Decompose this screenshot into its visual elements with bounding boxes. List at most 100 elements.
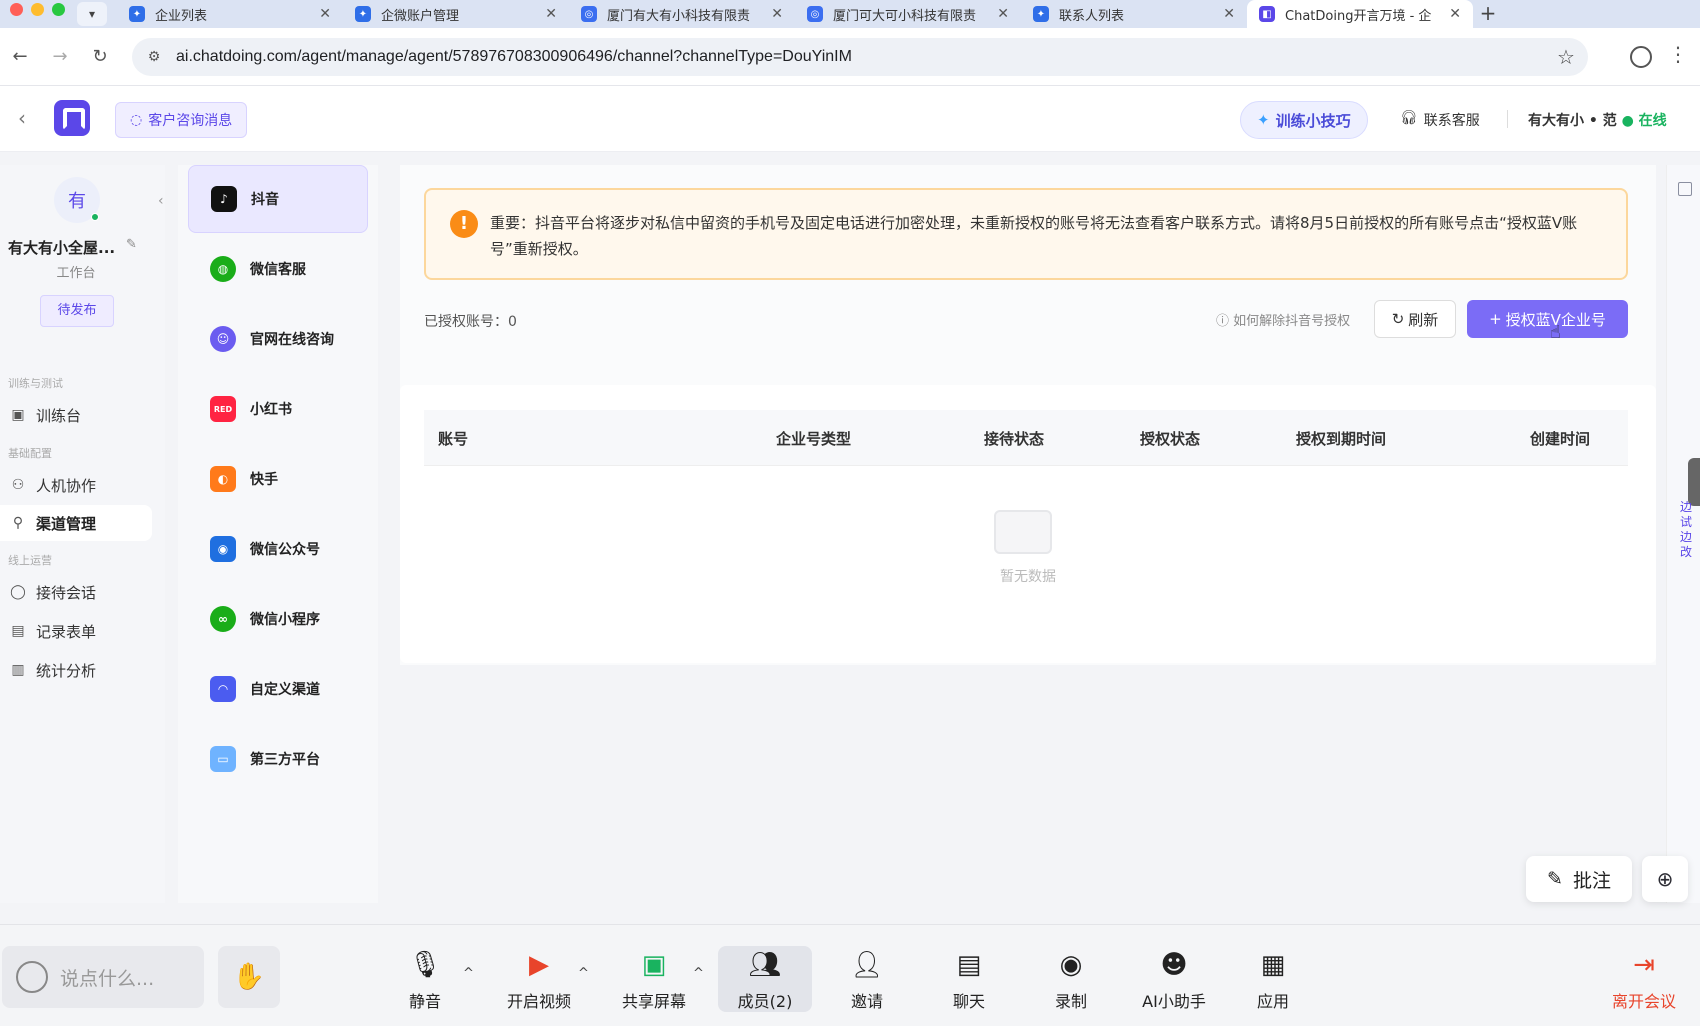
channel-label: 官网在线咨询: [250, 332, 334, 348]
channel-wechat-service[interactable]: ◍ 微信客服: [188, 235, 368, 303]
sidebar-item-channels[interactable]: ⚲ 渠道管理: [0, 505, 152, 541]
sidebar-item-collaboration[interactable]: ⚇ 人机协作: [0, 467, 152, 503]
contact-service-label: 联系客服: [1423, 113, 1480, 129]
raise-hand-button[interactable]: ✋: [218, 946, 280, 1008]
reload-icon[interactable]: ↻: [80, 46, 120, 67]
close-tab-icon[interactable]: ✕: [1223, 6, 1235, 22]
tab-title: 企业列表: [155, 8, 208, 24]
sidebar-item-training[interactable]: ▣ 训练台: [0, 397, 152, 433]
minimize-window-button[interactable]: [31, 2, 44, 16]
refresh-button[interactable]: ↻ 刷新: [1374, 300, 1456, 338]
channel-kuaishou[interactable]: ◐ 快手: [188, 445, 368, 513]
tab-3[interactable]: ◎ 厦门可大可小科技有限责 ✕: [795, 0, 1021, 28]
sidebar-item-analytics[interactable]: ▥ 统计分析: [0, 652, 152, 688]
back-arrow-icon[interactable]: ←: [0, 46, 40, 67]
sidebar-item-sessions[interactable]: ◯ 接待会话: [0, 574, 152, 610]
howto-unbind-link[interactable]: ⓘ 如何解除抖音号授权: [1216, 310, 1350, 329]
tab-4[interactable]: ✦ 联系人列表 ✕: [1021, 0, 1247, 28]
record-button[interactable]: ◉ 录制: [1038, 946, 1104, 1012]
training-tips-label: 训练小技巧: [1275, 111, 1351, 130]
channel-label: 微信小程序: [250, 612, 320, 628]
close-tab-icon[interactable]: ✕: [545, 6, 557, 22]
invite-button[interactable]: 👤︎ 邀请: [834, 946, 900, 1012]
user-status[interactable]: 有大有小 • 范 ● 在线: [1528, 110, 1667, 130]
pending-publish-button[interactable]: 待发布: [40, 295, 114, 327]
channel-wechat-miniprogram[interactable]: ∞ 微信小程序: [188, 585, 368, 653]
column-header: 创建时间: [1530, 430, 1591, 448]
url-field[interactable]: ⚙ ai.chatdoing.com/agent/manage/agent/57…: [132, 38, 1588, 76]
info-icon: ⓘ: [1216, 314, 1230, 329]
tab-5-active[interactable]: ◧ ChatDoing开言万境 - 企 ✕: [1247, 0, 1473, 28]
chevron-up-icon[interactable]: ^: [578, 966, 589, 981]
zoom-in-button[interactable]: ⊕: [1642, 856, 1688, 902]
new-tab-button[interactable]: +: [1473, 0, 1503, 28]
sidebar-item-label: 记录表单: [36, 622, 97, 641]
camera-off-icon: ▶︎: [529, 950, 549, 980]
edit-pencil-icon[interactable]: ✎: [126, 237, 137, 252]
channel-wechat-official[interactable]: ◉ 微信公众号: [188, 515, 368, 583]
sidebar-item-label: 人机协作: [36, 476, 97, 495]
ai-assistant-button[interactable]: ☻ AI小助手: [1134, 946, 1214, 1012]
chatdoing-logo[interactable]: [54, 100, 90, 136]
close-window-button[interactable]: [10, 2, 23, 16]
exit-icon: ⇥: [1633, 950, 1655, 980]
forward-arrow-icon[interactable]: →: [40, 46, 80, 67]
collapse-chevron-icon[interactable]: ‹: [158, 193, 164, 209]
sidebar-item-label: 训练台: [36, 406, 82, 425]
tool-label: 开启视频: [506, 992, 571, 1011]
pen-icon: ✎: [1547, 868, 1563, 890]
header-divider: [1507, 110, 1508, 128]
tab-title: 企微账户管理: [381, 8, 460, 24]
chat-button[interactable]: ▤ 聊天: [936, 946, 1002, 1012]
leave-meeting-button[interactable]: ⇥ 离开会议: [1602, 946, 1686, 1012]
video-button[interactable]: ▶︎ 开启视频: [497, 946, 581, 1012]
close-tab-icon[interactable]: ✕: [1449, 6, 1461, 22]
pointer-cursor-icon: ☝: [1550, 322, 1561, 343]
channel-third-party[interactable]: ▭ 第三方平台: [188, 725, 368, 793]
online-dot-icon: [91, 213, 99, 221]
members-icon: 👥︎: [748, 950, 782, 980]
say-something-input[interactable]: 说点什么...: [2, 946, 204, 1008]
add-person-icon: 👤︎: [850, 950, 884, 980]
channel-label: 小红书: [250, 402, 292, 418]
tab-0[interactable]: ✦ 企业列表 ✕: [117, 0, 343, 28]
training-tips-button[interactable]: ✦ 训练小技巧: [1240, 101, 1368, 139]
chevron-up-icon[interactable]: ^: [693, 966, 704, 981]
tool-label: 录制: [1054, 992, 1087, 1011]
sidebar-item-forms[interactable]: ▤ 记录表单: [0, 613, 152, 649]
column-header: 接待状态: [984, 430, 1045, 448]
members-button[interactable]: 👥︎ 成员(2): [718, 946, 812, 1012]
profile-icon[interactable]: [1630, 46, 1652, 68]
tab-search-button[interactable]: ▾: [77, 2, 107, 26]
site-settings-icon[interactable]: ⚙: [132, 49, 176, 65]
channel-website-chat[interactable]: ☺ 官网在线咨询: [188, 305, 368, 373]
group-label-operations: 线上运营: [8, 554, 52, 567]
channel-douyin[interactable]: ♪ 抖音: [188, 165, 368, 233]
refresh-label: 刷新: [1408, 310, 1439, 329]
authorize-blue-v-button[interactable]: + 授权蓝V企业号: [1467, 300, 1628, 338]
close-tab-icon[interactable]: ✕: [771, 6, 783, 22]
channel-xiaohongshu[interactable]: RED 小红书: [188, 375, 368, 443]
channel-custom[interactable]: ◠ 自定义渠道: [188, 655, 368, 723]
contact-service-link[interactable]: 🎧︎ 联系客服: [1400, 110, 1480, 130]
test-edit-tab[interactable]: 边试边改: [1680, 500, 1692, 560]
maximize-window-button[interactable]: [52, 2, 65, 16]
close-tab-icon[interactable]: ✕: [997, 6, 1009, 22]
left-sidebar: 有 ‹ 有大有小全屋... ✎ 工作台 待发布 训练与测试 ▣ 训练台 基础配置…: [0, 165, 165, 903]
emoji-icon[interactable]: [16, 961, 48, 993]
apps-grid-icon: ▦: [1260, 950, 1286, 980]
panel-icon[interactable]: [1678, 182, 1692, 196]
browser-menu-icon[interactable]: ⋮: [1668, 42, 1688, 66]
annotate-button[interactable]: ✎ 批注: [1526, 856, 1632, 902]
tab-2[interactable]: ◎ 厦门有大有小科技有限责 ✕: [569, 0, 795, 28]
back-chevron-icon[interactable]: ‹: [18, 106, 26, 130]
rail-expand-handle[interactable]: [1688, 458, 1700, 506]
mute-button[interactable]: 🎙︎ 静音: [392, 946, 458, 1012]
customer-messages-button[interactable]: ◌ 客户咨询消息: [115, 102, 248, 138]
share-screen-button[interactable]: ▣ 共享屏幕: [612, 946, 696, 1012]
chevron-up-icon[interactable]: ^: [463, 966, 474, 981]
tab-1[interactable]: ✦ 企微账户管理 ✕: [343, 0, 569, 28]
apps-button[interactable]: ▦ 应用: [1240, 946, 1306, 1012]
close-tab-icon[interactable]: ✕: [319, 6, 331, 22]
bookmark-star-icon[interactable]: ☆: [1544, 45, 1588, 69]
